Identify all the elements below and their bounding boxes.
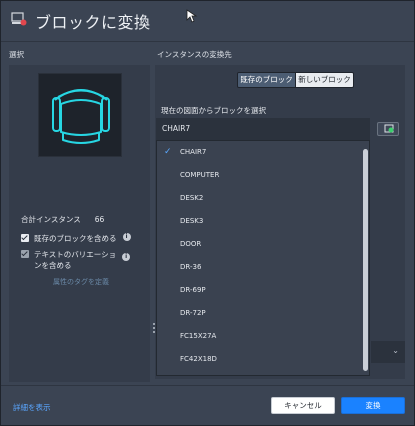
include-text-variation-row: テキストのバリエーショ ンを含める i (21, 249, 131, 271)
select-from-drawing-label: 現在の図面からブロックを選択 (161, 106, 266, 115)
list-item[interactable]: DESK3 (157, 210, 361, 233)
pick-block-button[interactable] (377, 122, 399, 136)
list-item[interactable]: COMPUTER (157, 164, 361, 187)
block-convert-icon (11, 12, 27, 26)
chair-preview-icon (52, 89, 110, 144)
instance-count-label: 合計インスタンス (21, 215, 81, 224)
pick-from-drawing-icon (384, 124, 394, 133)
list-item[interactable]: DR-69P (157, 279, 361, 302)
segment-existing-block[interactable]: 既存のブロック (238, 73, 296, 87)
block-list[interactable]: ✓ CHAIR7 COMPUTER DESK2 DESK3 DOOR DR-36… (156, 140, 370, 376)
selected-block-field[interactable]: CHAIR7 (156, 118, 370, 140)
list-item[interactable]: DR-72P (157, 302, 361, 325)
list-item-label: COMPUTER (180, 171, 220, 179)
instance-count-row: 合計インスタンス 66 (21, 214, 104, 225)
title-bar: ブロックに変換 (1, 1, 414, 41)
block-preview (38, 73, 122, 157)
block-type-segmented-control: 既存のブロック 新しいブロック (237, 72, 354, 88)
list-item-label: FC15X27A (180, 332, 217, 340)
instance-count-value: 66 (94, 215, 105, 224)
selection-section-label: 選択 (9, 50, 24, 59)
list-item-label: DR-69P (180, 286, 206, 294)
list-item-label: CHAIR7 (180, 148, 207, 156)
list-scrollbar[interactable] (363, 149, 368, 371)
list-item[interactable]: DR-36 (157, 256, 361, 279)
list-item-label: FC42X18D (180, 355, 217, 363)
list-item[interactable]: FC15X27A (157, 325, 361, 348)
include-text-variation-label-line1: テキストのバリエーショ (34, 250, 117, 259)
include-existing-row: 既存のブロックを含める i (21, 233, 131, 244)
list-item[interactable]: FC42X18D (157, 348, 361, 371)
list-item-label: DOOR (180, 240, 202, 248)
title-divider (1, 41, 414, 42)
info-icon[interactable]: i (122, 253, 131, 261)
list-item[interactable]: ✓ CHAIR7 (157, 141, 361, 164)
list-item[interactable]: DOOR (157, 233, 361, 256)
resize-handle[interactable] (153, 323, 155, 335)
list-item-label: DR-36 (180, 263, 202, 271)
define-attribute-tags-link[interactable]: 属性のタグを定義 (53, 277, 109, 287)
info-icon[interactable]: i (122, 233, 131, 241)
include-existing-label: 既存のブロックを含める (34, 234, 117, 243)
include-text-variation-label: テキストのバリエーショ ンを含める (34, 249, 116, 271)
selection-panel: 選択 合計インスタンス 66 既存のブロックを含める i テキストのバリエーショ… (9, 49, 150, 382)
checkmark-icon: ✓ (164, 147, 172, 157)
convert-to-block-dialog: ブロックに変換 選択 合計インスタンス 66 既存のブロックを含める i テキス… (0, 0, 415, 426)
convert-target-section-label: インスタンスの変換先 (157, 50, 232, 59)
dialog-title: ブロックに変換 (35, 13, 151, 32)
list-item-label: DESK3 (180, 217, 204, 225)
cancel-button[interactable]: キャンセル (271, 397, 335, 414)
list-item-label: DR-72P (180, 309, 206, 317)
show-details-link[interactable]: 詳細を表示 (13, 402, 51, 413)
footer-divider (1, 385, 414, 386)
list-item-label: DESK2 (180, 194, 204, 202)
include-existing-checkbox[interactable] (21, 234, 29, 242)
convert-button[interactable]: 変換 (341, 397, 405, 414)
chevron-down-icon: ⌄ (392, 346, 399, 355)
include-text-variation-label-line2: ンを含める (34, 261, 72, 270)
collapsed-dropdown[interactable]: ⌄ (371, 341, 405, 363)
mouse-cursor-icon (186, 9, 198, 23)
list-item[interactable]: DESK2 (157, 187, 361, 210)
include-text-variation-checkbox[interactable] (21, 250, 29, 258)
segment-new-block[interactable]: 新しいブロック (296, 73, 353, 87)
